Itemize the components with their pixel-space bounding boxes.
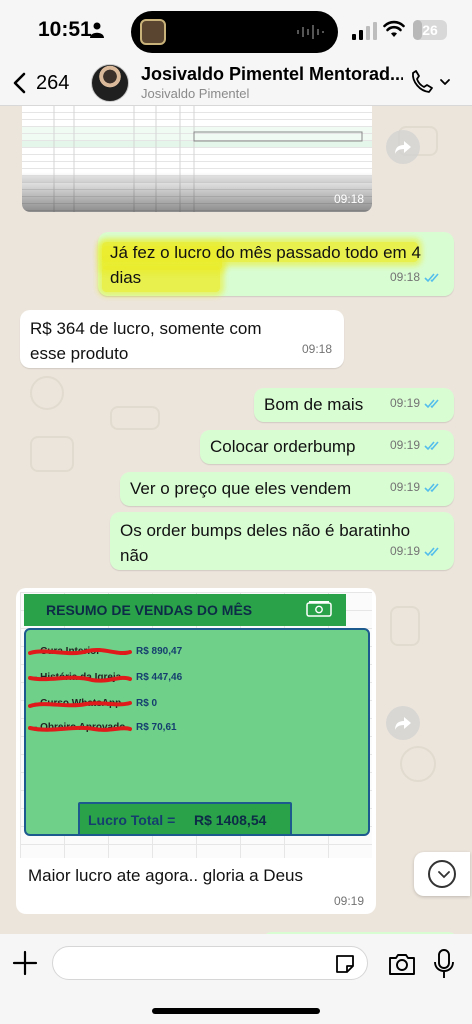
message-bubble-outgoing[interactable]: Colocar orderbump 09:19 [200, 430, 454, 464]
message-meta: 09:19 [334, 894, 364, 908]
sales-row: - Obreiro Aprovado R$ 70,61 [28, 720, 274, 738]
cash-icon [306, 601, 332, 617]
contact-subtitle[interactable]: Josivaldo Pimentel [141, 86, 249, 101]
message-time: 09:18 [301, 342, 332, 356]
image-shade [22, 172, 372, 212]
home-indicator [152, 1008, 320, 1014]
chevron-down-icon [428, 860, 456, 888]
forward-icon [395, 141, 411, 154]
redaction-scribble [28, 648, 132, 656]
wallpaper-doodle [110, 406, 160, 430]
sticker-icon[interactable] [334, 953, 356, 975]
message-meta: 09:18 [390, 265, 442, 290]
dynamic-island [131, 11, 338, 53]
message-time: 09:19 [389, 438, 420, 452]
camera-icon[interactable] [388, 952, 416, 976]
message-bubble-outgoing[interactable]: Bom de mais 09:19 [254, 388, 454, 422]
plus-icon[interactable] [12, 950, 38, 976]
status-bar: 10:51 26 [0, 0, 472, 60]
wallpaper-doodle [400, 746, 436, 782]
total-label: Lucro Total = [88, 812, 176, 828]
audio-wave-icon [297, 25, 324, 39]
read-receipt-icon [424, 273, 439, 283]
battery-percentage: 26 [422, 22, 438, 38]
total-box: Lucro Total = R$ 1408,54 [78, 802, 292, 836]
phone-icon[interactable] [408, 68, 452, 98]
message-bubble-outgoing[interactable]: Os order bumps deles não é baratinho não… [110, 512, 454, 570]
message-time: 09:19 [333, 894, 364, 908]
message-time: 09:18 [333, 192, 364, 206]
message-input[interactable] [52, 946, 368, 980]
battery-fill [413, 20, 422, 40]
message-text: R$ 364 de lucro, somente com esse produt… [30, 319, 262, 363]
read-receipt-icon [424, 441, 439, 451]
person-icon [90, 22, 104, 38]
image-caption: Maior lucro ate agora.. gloria a Deus [28, 866, 303, 885]
sales-summary-panel: - Cura Interior R$ 890,47 - História da … [24, 628, 370, 836]
redaction-scribble [28, 675, 132, 683]
message-meta: 09:19 [390, 475, 442, 500]
message-meta: 09:19 [390, 433, 442, 458]
spreadsheet-image[interactable]: 09:18 [22, 106, 372, 212]
message-meta: 09:19 [390, 391, 442, 416]
sales-summary-image[interactable]: RESUMO DE VENDAS DO MÊS - Cura Interior … [20, 592, 372, 858]
wallpaper-doodle [390, 606, 420, 646]
sales-row: - História da Igreja R$ 447,46 [28, 670, 274, 688]
microphone-icon[interactable] [434, 949, 454, 979]
scroll-to-bottom-button[interactable] [414, 852, 470, 896]
forward-button[interactable] [386, 706, 420, 740]
contact-name[interactable]: Josivaldo Pimentel Mentorad... [141, 64, 403, 85]
battery-indicator: 26 [413, 20, 447, 40]
read-receipt-icon [424, 399, 439, 409]
forward-icon [395, 717, 411, 730]
redaction-scribble [28, 725, 132, 732]
message-bubble-outgoing[interactable]: Ver o preço que eles vendem 09:19 [120, 472, 454, 506]
message-time: 09:19 [389, 396, 420, 410]
sales-summary-title: RESUMO DE VENDAS DO MÊS [24, 594, 346, 626]
wallpaper-doodle [30, 436, 74, 472]
wallpaper-doodle [30, 376, 64, 410]
contact-avatar[interactable] [91, 64, 129, 102]
product-value: R$ 0 [136, 698, 158, 709]
message-meta: 09:19 [390, 539, 442, 564]
message-composer [0, 934, 472, 1024]
message-time: 09:19 [389, 480, 420, 494]
chevron-left-icon [13, 72, 26, 94]
chat-header: 264 Josivaldo Pimentel Mentorad... Josiv… [0, 60, 472, 106]
read-receipt-icon [424, 483, 439, 493]
message-meta: 09:18 [302, 337, 332, 362]
back-button[interactable]: 264 [12, 68, 69, 98]
product-value: R$ 890,47 [136, 646, 183, 657]
wifi-icon [383, 20, 405, 37]
redaction-scribble [28, 701, 132, 708]
sales-row: - Cura Interior R$ 890,47 [28, 644, 274, 662]
cellular-signal-icon [352, 22, 377, 40]
message-bubble-incoming[interactable]: R$ 364 de lucro, somente com esse produt… [20, 310, 344, 368]
unread-count: 264 [36, 71, 70, 94]
message-bubble-outgoing[interactable]: Já fez o lucro do mês passado todo em 4 … [98, 232, 454, 296]
image-message-incoming[interactable]: RESUMO DE VENDAS DO MÊS - Cura Interior … [16, 588, 376, 914]
forward-button[interactable] [386, 130, 420, 164]
status-time: 10:51 [38, 18, 92, 41]
product-value: R$ 70,61 [136, 722, 177, 733]
chat-area[interactable]: 09:18 Já fez o lucro do mês passado todo… [0, 106, 472, 934]
message-time: 09:18 [389, 270, 420, 284]
message-time: 09:19 [389, 544, 420, 558]
product-value: R$ 447,46 [136, 672, 183, 683]
now-playing-thumbnail [140, 19, 166, 45]
message-text: Já fez o lucro do mês passado todo em 4 … [110, 243, 421, 287]
total-value: R$ 1408,54 [194, 812, 267, 828]
sales-row: - Curso WhatsApp R$ 0 [28, 696, 274, 714]
read-receipt-icon [424, 547, 439, 557]
